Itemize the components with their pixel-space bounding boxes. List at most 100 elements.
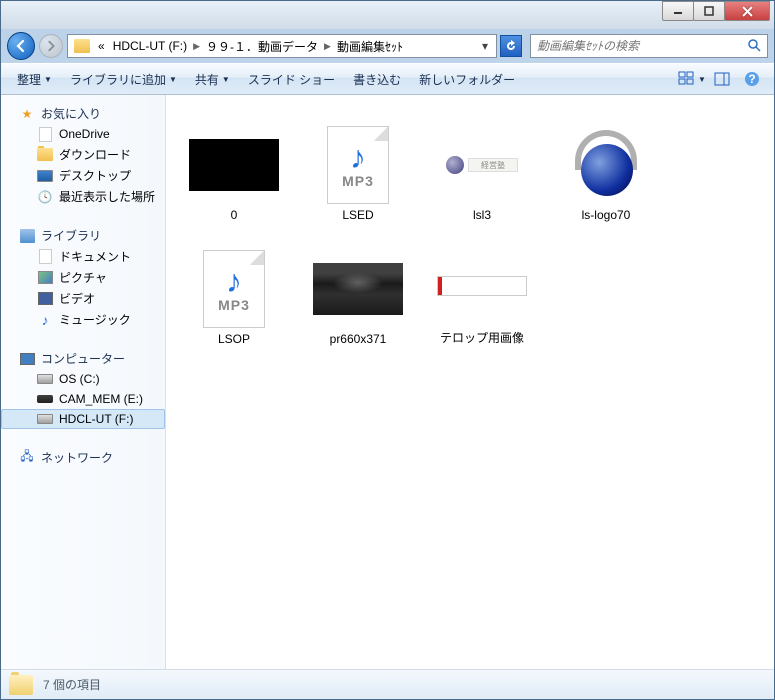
sidebar-item-desktop[interactable]: デスクトップ	[1, 165, 165, 186]
drive-icon	[37, 371, 53, 387]
maximize-button[interactable]	[693, 1, 725, 21]
video-icon	[37, 291, 53, 307]
search-icon[interactable]	[747, 38, 761, 55]
breadcrumb-part[interactable]: ９９-１．動画データ	[202, 38, 322, 55]
sidebar-item-drive-f[interactable]: HDCL-UT (F:)	[1, 409, 165, 429]
burn-button[interactable]: 書き込む	[345, 67, 409, 92]
minimize-button[interactable]	[662, 1, 694, 21]
navigation-bar: « HDCL-UT (F:) ▶ ９９-１．動画データ ▶ 動画編集ｾｯﾄ ▾	[1, 29, 774, 63]
sidebar-item-downloads[interactable]: ダウンロード	[1, 144, 165, 165]
add-to-library-menu[interactable]: ライブラリに追加▼	[62, 67, 185, 92]
share-label: 共有	[195, 71, 219, 88]
sidebar-item-pictures[interactable]: ピクチャ	[1, 267, 165, 288]
doc-icon	[37, 249, 53, 265]
sidebar-item-onedrive[interactable]: OneDrive	[1, 124, 165, 144]
preview-pane-button[interactable]	[708, 67, 736, 91]
file-item[interactable]: ♪MP3LSOP	[174, 231, 294, 351]
sidebar-favorites-header[interactable]: ★ お気に入り	[1, 103, 165, 124]
network-label: ネットワーク	[41, 449, 113, 466]
file-name-label: 0	[231, 208, 238, 222]
body-area: ★お気に入り OneDrive ダウンロード デスクトップ 🕓最近表示した場所 …	[1, 95, 774, 669]
file-list[interactable]: 0♪MP3LSED経営塾lsl3ls-logo70♪MP3LSOPpr660x3…	[166, 95, 774, 669]
dropdown-icon: ▼	[698, 75, 706, 84]
desktop-icon	[37, 168, 53, 184]
burn-label: 書き込む	[353, 71, 401, 88]
slideshow-label: スライド ショー	[248, 71, 335, 88]
sidebar-network-header[interactable]: 🖧ネットワーク	[1, 447, 165, 468]
music-icon: ♪	[37, 312, 53, 328]
address-bar[interactable]: « HDCL-UT (F:) ▶ ９９-１．動画データ ▶ 動画編集ｾｯﾄ ▾	[67, 34, 497, 58]
favorites-label: お気に入り	[41, 105, 101, 122]
address-dropdown[interactable]: ▾	[476, 39, 494, 53]
slideshow-button[interactable]: スライド ショー	[240, 67, 343, 92]
sidebar-libraries-header[interactable]: ライブラリ	[1, 225, 165, 246]
file-item[interactable]: テロップ用画像	[422, 231, 542, 351]
file-item[interactable]: ♪MP3LSED	[298, 107, 418, 227]
breadcrumb-part[interactable]: HDCL-UT (F:)	[109, 39, 191, 53]
file-thumbnail: 経営塾	[437, 130, 527, 200]
sidebar-item-drive-e[interactable]: CAM_MEM (E:)	[1, 389, 165, 409]
sidebar-computer-header[interactable]: コンピューター	[1, 348, 165, 369]
svg-text:?: ?	[748, 72, 755, 86]
organize-menu[interactable]: 整理▼	[9, 67, 60, 92]
drive-icon	[37, 391, 53, 407]
toolbar: 整理▼ ライブラリに追加▼ 共有▼ スライド ショー 書き込む 新しいフォルダー…	[1, 63, 774, 95]
window-buttons	[663, 1, 770, 21]
file-name-label: pr660x371	[330, 332, 387, 346]
close-button[interactable]	[724, 1, 770, 21]
chevron-right-icon[interactable]: ▶	[191, 41, 202, 52]
sidebar-item-label: ミュージック	[59, 311, 131, 328]
refresh-button[interactable]	[500, 35, 522, 57]
picture-icon	[37, 270, 53, 286]
breadcrumb-prefix[interactable]: «	[94, 39, 109, 53]
clock-icon: 🕓	[37, 189, 53, 205]
sidebar-item-label: OS (C:)	[59, 372, 100, 386]
share-menu[interactable]: 共有▼	[187, 67, 238, 92]
dropdown-icon: ▼	[222, 75, 230, 84]
star-icon: ★	[19, 106, 35, 122]
sidebar-item-recent[interactable]: 🕓最近表示した場所	[1, 186, 165, 207]
search-input[interactable]	[537, 39, 747, 53]
file-name-label: lsl3	[473, 208, 491, 222]
status-text: 7 個の項目	[43, 676, 101, 693]
file-item[interactable]: 経営塾 lsl3	[422, 107, 542, 227]
library-label: ライブラリに追加	[70, 71, 166, 88]
file-thumbnail	[313, 254, 403, 324]
file-item[interactable]: pr660x371	[298, 231, 418, 351]
help-button[interactable]: ?	[738, 67, 766, 91]
forward-button[interactable]	[39, 34, 63, 58]
sidebar-item-label: OneDrive	[59, 127, 110, 141]
file-name-label: ls-logo70	[582, 208, 631, 222]
sidebar-item-label: ドキュメント	[59, 248, 131, 265]
search-box[interactable]	[530, 34, 768, 58]
sidebar-item-label: ピクチャ	[59, 269, 107, 286]
library-icon	[19, 228, 35, 244]
file-item[interactable]: ls-logo70	[546, 107, 666, 227]
view-options-button[interactable]: ▼	[678, 67, 706, 91]
sidebar-item-label: HDCL-UT (F:)	[59, 412, 133, 426]
organize-label: 整理	[17, 71, 41, 88]
new-folder-button[interactable]: 新しいフォルダー	[411, 67, 523, 92]
sidebar-item-label: CAM_MEM (E:)	[59, 392, 143, 406]
folder-icon	[37, 147, 53, 163]
folder-icon	[9, 675, 33, 695]
file-thumbnail	[561, 130, 651, 200]
sidebar-item-videos[interactable]: ビデオ	[1, 288, 165, 309]
file-name-label: LSOP	[218, 332, 250, 346]
breadcrumb-part[interactable]: 動画編集ｾｯﾄ	[333, 38, 407, 55]
file-item[interactable]: 0	[174, 107, 294, 227]
titlebar	[1, 1, 774, 29]
computer-label: コンピューター	[41, 350, 125, 367]
sidebar-item-label: デスクトップ	[59, 167, 131, 184]
computer-icon	[19, 351, 35, 367]
sidebar-item-documents[interactable]: ドキュメント	[1, 246, 165, 267]
newfolder-label: 新しいフォルダー	[419, 71, 515, 88]
folder-icon	[74, 39, 90, 53]
file-thumbnail: ♪MP3	[313, 130, 403, 200]
chevron-right-icon[interactable]: ▶	[322, 41, 333, 52]
sidebar-item-music[interactable]: ♪ ミュージック	[1, 309, 165, 330]
sidebar-item-drive-c[interactable]: OS (C:)	[1, 369, 165, 389]
back-button[interactable]	[7, 32, 35, 60]
sidebar-item-label: ビデオ	[59, 290, 95, 307]
dropdown-icon: ▼	[169, 75, 177, 84]
